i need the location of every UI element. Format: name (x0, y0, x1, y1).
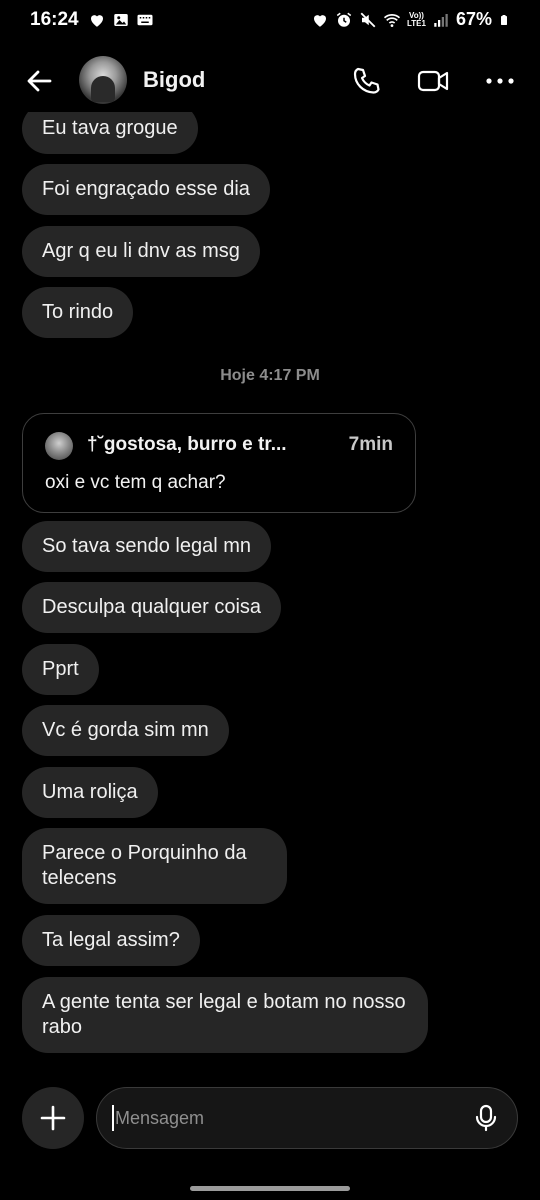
heart-icon (91, 15, 103, 27)
message-input[interactable] (113, 1102, 457, 1134)
message-bubble[interactable]: Vc é gorda sim mn (22, 705, 229, 756)
signal-icon (434, 13, 448, 27)
status-bar: 16:24 Vo)) LTE1 67% (0, 0, 540, 40)
mute-icon (360, 12, 376, 27)
back-arrow-icon[interactable] (24, 66, 54, 96)
heart-icon (314, 14, 326, 27)
message-bubble[interactable]: Desculpa qualquer coisa (22, 582, 282, 633)
text-caret (112, 1105, 114, 1131)
volte-bottom-label: LTE1 (407, 18, 426, 28)
message-bubble[interactable]: Uma roliça (22, 767, 158, 818)
message-bubble[interactable]: Agr q eu li dnv as msg (22, 226, 260, 277)
message-bubble[interactable]: So tava sendo legal mn (22, 521, 272, 572)
message-timestamp: Hoje 4:17 PM (220, 367, 320, 384)
message-bubble[interactable]: Eu tava grogue (22, 112, 198, 154)
message-bubble[interactable]: Pprt (22, 644, 99, 695)
message-bubble[interactable]: Foi engraçado esse dia (22, 164, 270, 215)
battery-icon (501, 14, 507, 25)
add-attachment-button[interactable] (22, 1087, 84, 1149)
message-composer (0, 1086, 540, 1152)
plus-icon (40, 1105, 66, 1131)
video-icon[interactable] (416, 64, 450, 98)
message-list[interactable]: Eu tava grogue Foi engraçado esse dia Ag… (0, 112, 540, 1072)
volte-icon: Vo)) LTE1 (407, 11, 426, 28)
reply-author-name: †˘gostosa, burro e tr... (87, 434, 287, 455)
battery-percent: 67% (455, 9, 492, 29)
status-time: 16:24 (30, 9, 79, 30)
alarm-icon (336, 12, 352, 27)
avatar[interactable] (79, 56, 127, 104)
wifi-icon (383, 13, 401, 27)
keyboard-icon (137, 14, 153, 26)
avatar-figure (91, 76, 115, 102)
reply-author-avatar (45, 432, 73, 460)
gallery-icon (114, 14, 128, 26)
conversation-header: Bigod (0, 48, 540, 112)
home-indicator[interactable] (190, 1186, 350, 1191)
replied-message-card[interactable]: †˘gostosa, burro e tr... 7min oxi e vc t… (22, 413, 416, 513)
phone-icon[interactable] (349, 64, 383, 98)
reply-text: oxi e vc tem q achar? (45, 472, 226, 493)
status-left-icons (88, 11, 154, 29)
more-icon[interactable] (483, 64, 517, 98)
message-bubble[interactable]: Parece o Porquinho da telecens (22, 828, 287, 904)
reply-time: 7min (348, 434, 393, 455)
message-bubble[interactable]: Ta legal assim? (22, 915, 200, 966)
message-bubble[interactable]: To rindo (22, 287, 134, 338)
message-bubble[interactable]: A gente tenta ser legal e botam no nosso… (22, 977, 428, 1053)
microphone-icon[interactable] (471, 1103, 501, 1133)
message-input-container[interactable] (96, 1087, 518, 1149)
contact-name[interactable]: Bigod (143, 67, 205, 93)
status-right-icons: Vo)) LTE1 67% (311, 9, 510, 30)
